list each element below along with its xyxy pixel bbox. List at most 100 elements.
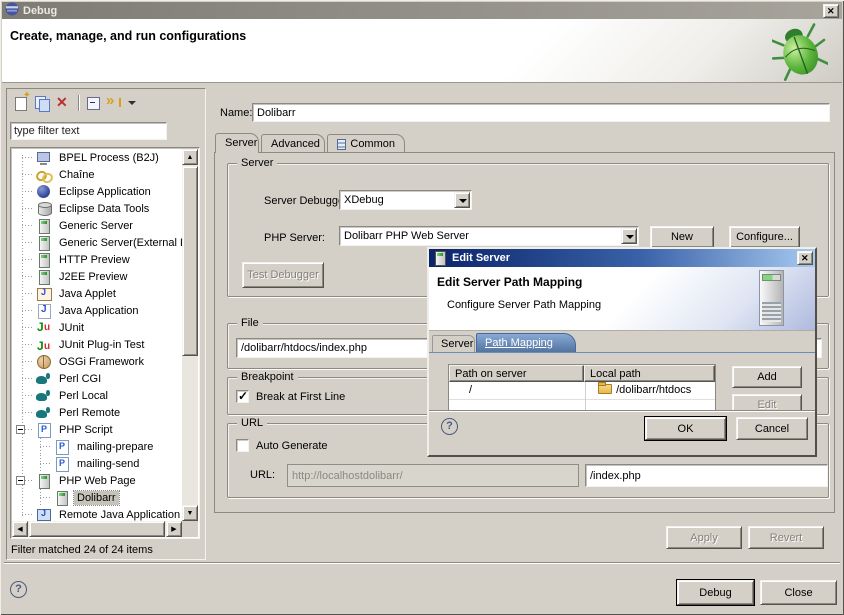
path-mapping-table-header: Path on server Local path (449, 365, 715, 382)
config-tree: BPEL Process (B2J)Chaîne Eclipse Applicat… (12, 149, 182, 521)
tab-advanced[interactable]: Advanced (261, 134, 325, 153)
scroll-right-icon[interactable]: ▶ (166, 521, 182, 537)
tree-item-generic-server[interactable]: Generic Server (12, 217, 182, 234)
tree-item-label: J2EE Preview (56, 270, 130, 284)
break-first-line-checkbox[interactable] (236, 390, 249, 403)
tree-item-junit-plug-in-test[interactable]: JUnit Plug-in Test (12, 336, 182, 353)
tree-item-perl-cgi[interactable]: Perl CGI (12, 370, 182, 387)
debug-button[interactable]: Debug (677, 580, 754, 605)
tree-item-php-script[interactable]: PHP Script (12, 421, 182, 438)
tree-item-label: mailing-prepare (74, 440, 156, 454)
configure-server-button[interactable]: Configure... (729, 226, 800, 248)
tab-server[interactable]: Server (215, 133, 259, 153)
banner: Create, manage, and run configurations (2, 19, 842, 83)
bpel-icon (36, 150, 52, 166)
url-input[interactable] (287, 464, 579, 487)
tree-item-java-application[interactable]: Java Application (12, 302, 182, 319)
ok-button-label: OK (678, 423, 694, 435)
tree-item-junit[interactable]: JUnit (12, 319, 182, 336)
url-path-input[interactable] (585, 464, 828, 487)
tree-item-j2ee-preview[interactable]: J2EE Preview (12, 268, 182, 285)
edit-mapping-button[interactable]: Edit (732, 394, 802, 411)
tree-item-label: JUnit Plug-in Test (56, 338, 147, 352)
tree-item-label: Dolibarr (74, 491, 119, 505)
delete-config-icon[interactable] (53, 94, 74, 112)
dialog-subheading: Configure Server Path Mapping (447, 299, 601, 311)
url-label: URL: (250, 469, 275, 481)
tree-item-label: JUnit (56, 321, 87, 335)
window-close-button[interactable] (823, 4, 839, 18)
name-input[interactable] (252, 103, 830, 122)
tab-common[interactable]: Common (327, 134, 405, 153)
junit-plugin-icon (36, 337, 52, 353)
chevron-down-icon[interactable] (621, 228, 637, 244)
tree-item-mailing-prepare[interactable]: mailing-prepare (12, 438, 182, 455)
local-path-cell: /dolibarr/htdocs (584, 382, 715, 399)
server-debugger-combo[interactable]: XDebug (339, 190, 472, 210)
tree-item-label: Eclipse Application (56, 185, 154, 199)
new-config-icon[interactable] (11, 94, 32, 112)
close-button[interactable]: Close (760, 580, 837, 605)
tree-item-remote-java-application[interactable]: Remote Java Application (12, 506, 182, 521)
dialog-titlebar[interactable]: Edit Server (429, 249, 815, 267)
tree-item-dolibarr[interactable]: Dolibarr (12, 489, 182, 506)
collapse-expander-icon[interactable] (16, 476, 25, 485)
horizontal-scroll-thumb[interactable] (29, 521, 165, 537)
scroll-up-icon[interactable]: ▲ (182, 149, 198, 165)
revert-button[interactable]: Revert (748, 526, 824, 549)
path-mapping-row[interactable]: //dolibarr/htdocs (449, 382, 715, 400)
tree-item-cha-ne[interactable]: Chaîne (12, 166, 182, 183)
name-label: Name: (220, 107, 252, 119)
remote-java-icon (36, 507, 52, 522)
apply-button-label: Apply (690, 532, 718, 544)
cancel-button-label: Cancel (755, 423, 789, 435)
collapse-expander-icon[interactable] (16, 425, 25, 434)
tree-item-mailing-send[interactable]: mailing-send (12, 455, 182, 472)
path-mapping-rows: //dolibarr/htdocs (449, 382, 715, 400)
dialog-close-button[interactable] (797, 251, 813, 265)
filter-icon[interactable] (105, 94, 126, 112)
dialog-help-icon[interactable] (441, 418, 458, 435)
tree-item-osgi-framework[interactable]: OSGi Framework (12, 353, 182, 370)
tree-vertical-scrollbar[interactable]: ▲ ▼ (182, 149, 198, 521)
tree-item-bpel-process-b2j[interactable]: BPEL Process (B2J) (12, 149, 182, 166)
debug-button-label: Debug (699, 587, 731, 599)
tree-item-http-preview[interactable]: HTTP Preview (12, 251, 182, 268)
chevron-down-icon[interactable] (454, 192, 470, 208)
cancel-button[interactable]: Cancel (736, 417, 808, 440)
menu-arrow-icon[interactable] (126, 94, 138, 112)
new-server-button[interactable]: New (650, 226, 714, 248)
tree-item-perl-remote[interactable]: Perl Remote (12, 404, 182, 421)
tree-item-label: HTTP Preview (56, 253, 133, 267)
vertical-scroll-thumb[interactable] (182, 166, 198, 356)
toolbar-separator (78, 95, 80, 111)
tree-item-perl-local[interactable]: Perl Local (12, 387, 182, 404)
auto-generate-checkbox[interactable] (236, 439, 249, 452)
tree-horizontal-scrollbar[interactable]: ◀ ▶ (12, 521, 182, 537)
tree-item-label: Perl Remote (56, 406, 123, 420)
tab-server-label: Server (225, 137, 257, 153)
tree-item-eclipse-data-tools[interactable]: Eclipse Data Tools (12, 200, 182, 217)
apply-button[interactable]: Apply (666, 526, 742, 549)
dialog-tab-path-mapping[interactable]: Path Mapping (476, 333, 576, 352)
ok-button[interactable]: OK (645, 417, 726, 440)
tree-item-java-applet[interactable]: Java Applet (12, 285, 182, 302)
add-mapping-button[interactable]: Add (732, 366, 802, 388)
collapse-all-icon[interactable] (84, 94, 105, 112)
window-titlebar[interactable]: Debug (2, 2, 842, 19)
duplicate-config-icon[interactable] (32, 94, 53, 112)
tree-item-php-web-page[interactable]: PHP Web Page (12, 472, 182, 489)
tree-item-generic-server-external-la[interactable]: Generic Server(External La (12, 234, 182, 251)
scroll-down-icon[interactable]: ▼ (182, 505, 198, 521)
filter-input[interactable] (10, 122, 167, 140)
php-server-combo[interactable]: Dolibarr PHP Web Server (339, 226, 639, 246)
tree-item-label: Perl Local (56, 389, 111, 403)
tree-item-eclipse-application[interactable]: Eclipse Application (12, 183, 182, 200)
column-divider (585, 382, 586, 411)
test-debugger-button[interactable]: Test Debugger (242, 262, 324, 288)
dialog-tab-server[interactable]: Server (432, 335, 475, 352)
help-icon[interactable] (10, 581, 27, 598)
auto-generate-label: Auto Generate (256, 440, 328, 452)
scroll-left-icon[interactable]: ◀ (12, 521, 28, 537)
tree-item-label: Remote Java Application (56, 508, 182, 522)
